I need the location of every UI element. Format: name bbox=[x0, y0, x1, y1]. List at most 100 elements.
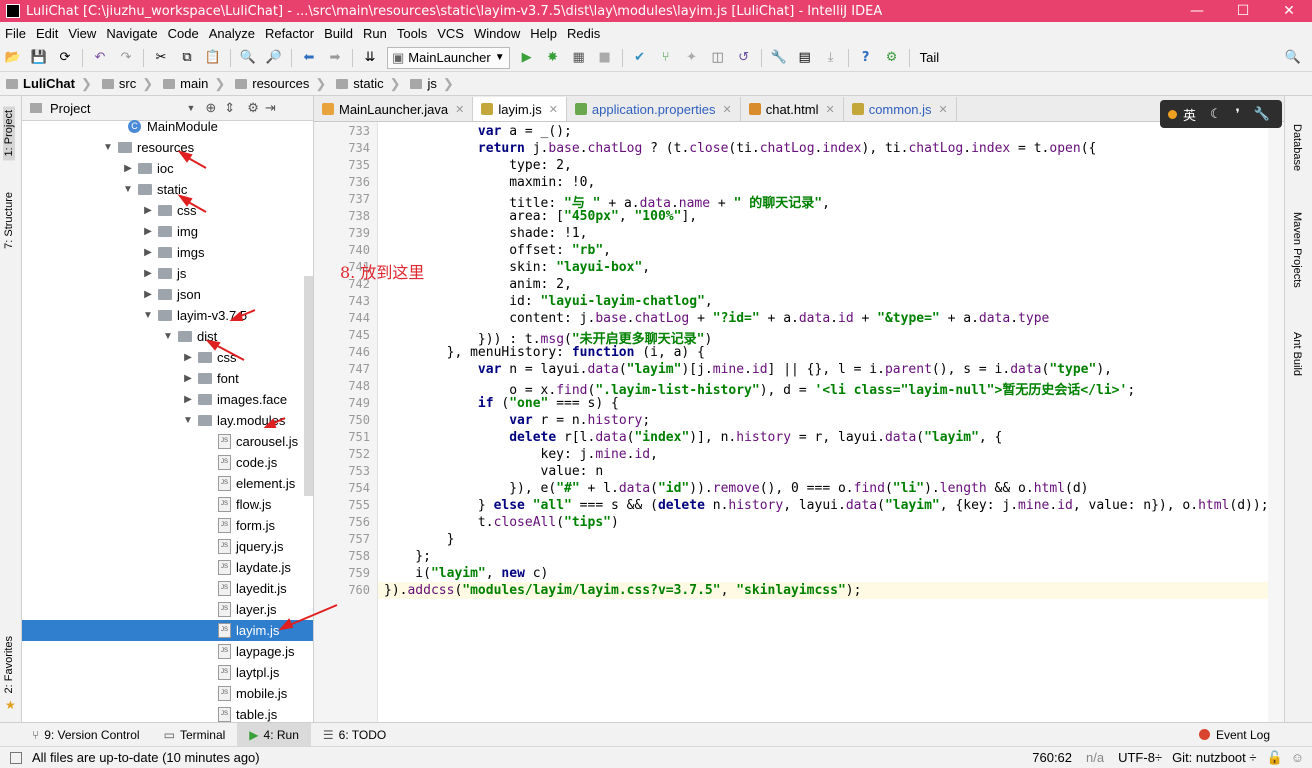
tree-item[interactable]: JS code.js bbox=[202, 452, 277, 473]
code-line[interactable]: area: ["450px", "100%"], bbox=[384, 209, 697, 224]
encoding-status[interactable]: UTF-8÷ bbox=[1118, 750, 1162, 765]
code-editor[interactable]: var a = _(); return j.base.chatLog ? (t.… bbox=[378, 122, 1268, 722]
menu-vcs[interactable]: VCS bbox=[432, 26, 469, 41]
tree-item[interactable]: JS layedit.js bbox=[202, 578, 287, 599]
build-icon[interactable]: ⇊ bbox=[359, 47, 381, 69]
tree-item[interactable]: ▶ json bbox=[142, 284, 201, 305]
close-icon[interactable]: ✕ bbox=[549, 103, 558, 116]
code-line[interactable]: var a = _(); bbox=[384, 124, 572, 139]
tree-item[interactable]: JS mobile.js bbox=[202, 683, 287, 704]
tool-tab-version-control[interactable]: ⑂ 9: Version Control bbox=[20, 728, 152, 742]
tool-tab-favorites[interactable]: 2: Favorites bbox=[3, 636, 15, 693]
lock-icon[interactable]: 🔓 bbox=[1267, 750, 1283, 766]
cut-icon[interactable]: ✂ bbox=[150, 47, 172, 69]
tool-tab-todo[interactable]: ☰ 6: TODO bbox=[311, 728, 398, 742]
code-line[interactable]: value: n bbox=[384, 464, 604, 479]
vcs-history-icon[interactable]: ◫ bbox=[707, 47, 729, 69]
close-icon[interactable]: ✕ bbox=[455, 103, 464, 116]
collapsed-arrow-icon[interactable]: ▶ bbox=[142, 289, 154, 300]
redo-icon[interactable]: ↷ bbox=[115, 47, 137, 69]
tool-tab-terminal[interactable]: ▭ Terminal bbox=[152, 728, 238, 742]
project-panel-title[interactable]: Project bbox=[50, 101, 90, 116]
tool-tab-project[interactable]: 1: Project bbox=[3, 106, 15, 161]
tree-item[interactable]: ▶ images.face bbox=[182, 389, 287, 410]
editor-tab[interactable]: layim.js ✕ bbox=[473, 97, 567, 121]
menu-run[interactable]: Run bbox=[358, 26, 392, 41]
tree-item[interactable]: ▶ font bbox=[182, 368, 239, 389]
code-line[interactable]: shade: !1, bbox=[384, 226, 587, 241]
tree-item[interactable]: ▼ static bbox=[122, 179, 187, 200]
menu-tools[interactable]: Tools bbox=[392, 26, 432, 41]
tree-item[interactable]: ▼ lay.modules bbox=[182, 410, 285, 431]
coverage-icon[interactable]: ▦ bbox=[568, 47, 590, 69]
breadcrumb-item[interactable]: LuliChat ❯ bbox=[0, 76, 96, 92]
chevron-down-icon[interactable]: ▼ bbox=[186, 103, 195, 113]
expanded-arrow-icon[interactable]: ▼ bbox=[102, 142, 114, 153]
vcs-commit-icon[interactable]: ⑂ bbox=[655, 47, 677, 69]
code-line[interactable]: type: 2, bbox=[384, 158, 572, 173]
tree-item[interactable]: ▶ ioc bbox=[122, 158, 173, 179]
sync-icon[interactable]: ⟳ bbox=[54, 47, 76, 69]
tree-item[interactable]: C MainModule bbox=[128, 116, 218, 137]
breadcrumb-item[interactable]: src ❯ bbox=[96, 76, 157, 92]
stop-icon[interactable]: ■ bbox=[594, 47, 616, 69]
tree-item[interactable]: JS laytpl.js bbox=[202, 662, 279, 683]
tree-item[interactable]: ▶ imgs bbox=[142, 242, 204, 263]
punctuation-icon[interactable]: ❜ bbox=[1236, 107, 1240, 122]
editor-tab[interactable]: chat.html ✕ bbox=[741, 97, 844, 121]
editor-tab[interactable]: MainLauncher.java ✕ bbox=[314, 97, 474, 121]
expanded-arrow-icon[interactable]: ▼ bbox=[182, 415, 194, 426]
tool-tab-structure[interactable]: 7: Structure bbox=[3, 192, 15, 249]
editor-tab[interactable]: common.js ✕ bbox=[844, 97, 957, 121]
breadcrumb-item[interactable]: resources ❯ bbox=[229, 76, 330, 92]
breadcrumb-item[interactable]: static ❯ bbox=[330, 76, 404, 92]
paste-icon[interactable]: 📋 bbox=[202, 47, 224, 69]
collapsed-arrow-icon[interactable]: ▶ bbox=[142, 205, 154, 216]
code-line[interactable]: offset: "rb", bbox=[384, 243, 611, 258]
tree-item[interactable]: JS carousel.js bbox=[202, 431, 298, 452]
tool-tab-run[interactable]: ▶ 4: Run bbox=[237, 722, 311, 747]
menu-view[interactable]: View bbox=[63, 26, 101, 41]
status-panel-icon[interactable] bbox=[10, 751, 22, 764]
tree-item[interactable]: JS form.js bbox=[202, 515, 275, 536]
code-line[interactable]: } bbox=[384, 532, 455, 547]
tool-tab-ant[interactable]: Ant Build bbox=[1291, 332, 1303, 376]
close-icon[interactable]: ✕ bbox=[939, 103, 948, 116]
wrench-icon[interactable]: 🔧 bbox=[1254, 107, 1270, 122]
menu-file[interactable]: File bbox=[0, 26, 31, 41]
collapsed-arrow-icon[interactable]: ▶ bbox=[182, 352, 194, 363]
close-icon[interactable]: ✕ bbox=[723, 103, 732, 116]
code-line[interactable]: content: j.base.chatLog + "?id=" + a.dat… bbox=[384, 311, 1049, 326]
code-line[interactable]: }, menuHistory: function (i, a) { bbox=[384, 345, 705, 360]
sdk-icon[interactable]: ⤓ bbox=[820, 47, 842, 69]
breadcrumb-item[interactable]: main ❯ bbox=[157, 76, 229, 92]
collapse-icon[interactable]: ⇕ bbox=[224, 100, 235, 116]
code-line[interactable]: t.closeAll("tips") bbox=[384, 515, 619, 530]
copy-icon[interactable]: ⧉ bbox=[176, 47, 198, 69]
line-separator-status[interactable]: n/a bbox=[1086, 750, 1104, 765]
project-structure-icon[interactable]: ▤ bbox=[794, 47, 816, 69]
locate-icon[interactable]: ⊕ bbox=[205, 100, 216, 116]
tree-item[interactable]: JS table.js bbox=[202, 704, 277, 722]
scrollbar[interactable] bbox=[304, 276, 313, 496]
cursor-position[interactable]: 760:62 bbox=[1032, 750, 1072, 765]
replace-icon[interactable]: 🔎 bbox=[263, 47, 285, 69]
expanded-arrow-icon[interactable]: ▼ bbox=[122, 184, 134, 195]
tree-item[interactable]: JS laypage.js bbox=[202, 641, 295, 662]
tail-label[interactable]: Tail bbox=[920, 50, 940, 65]
code-line[interactable]: if ("one" === s) { bbox=[384, 396, 619, 411]
code-line[interactable]: var n = layui.data("layim")[j.mine.id] |… bbox=[384, 362, 1112, 377]
code-line[interactable]: var r = n.history; bbox=[384, 413, 650, 428]
breadcrumb-item[interactable]: js ❯ bbox=[404, 76, 457, 92]
tree-item[interactable]: JS flow.js bbox=[202, 494, 271, 515]
tree-item[interactable]: JS jquery.js bbox=[202, 536, 283, 557]
menu-edit[interactable]: Edit bbox=[31, 26, 63, 41]
menu-help[interactable]: Help bbox=[525, 26, 562, 41]
minimize-button[interactable]: — bbox=[1174, 3, 1220, 19]
vcs-revert-icon[interactable]: ↺ bbox=[733, 47, 755, 69]
code-line[interactable]: maxmin: !0, bbox=[384, 175, 595, 190]
tree-item[interactable]: ▼ resources bbox=[102, 137, 194, 158]
tree-item[interactable]: ▼ layim-v3.7.5 bbox=[142, 305, 247, 326]
open-folder-icon[interactable]: 📂 bbox=[2, 47, 24, 69]
menu-redis[interactable]: Redis bbox=[562, 26, 605, 41]
